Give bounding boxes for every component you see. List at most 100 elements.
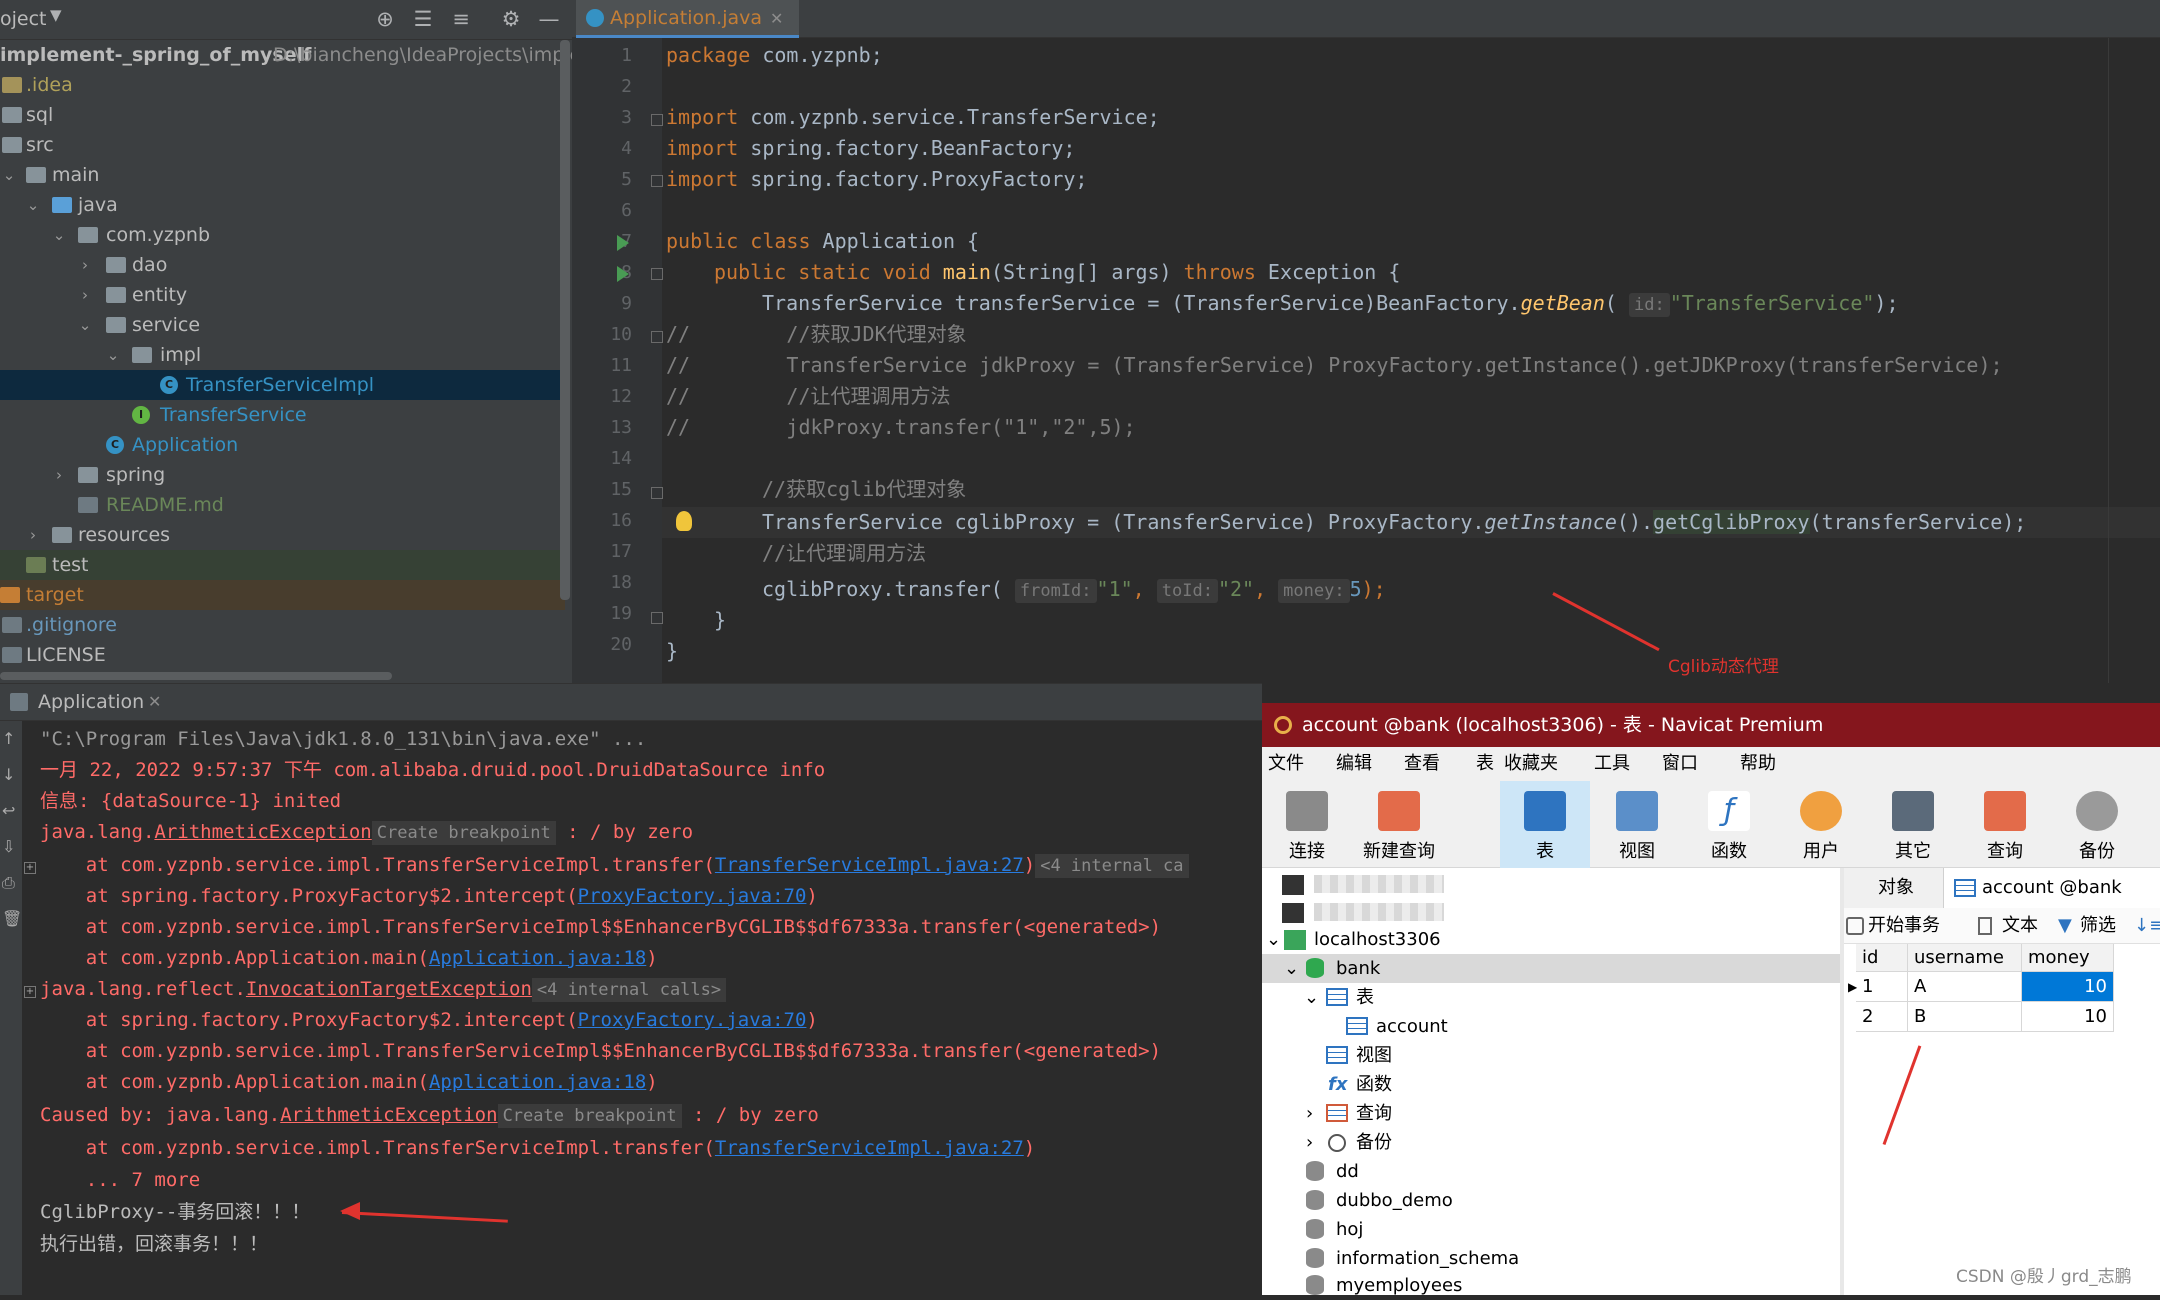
fold-marker-icon[interactable]	[651, 175, 663, 187]
table-cell[interactable]: 10	[2022, 1002, 2114, 1032]
user-button[interactable]: 用户	[1776, 781, 1866, 868]
tree-item[interactable]: ⌄ java	[0, 190, 565, 220]
internal-calls-toggle[interactable]: <4 internal calls>	[531, 978, 727, 1002]
tab-application-java[interactable]: Application.java ✕	[576, 0, 800, 38]
tree-item[interactable]: ⌄ service	[0, 310, 565, 340]
down-arrow-icon[interactable]: ↓	[2, 765, 15, 784]
chevron-down-icon[interactable]: ⌄	[24, 190, 42, 220]
expand-icon[interactable]: +	[24, 986, 36, 998]
menu-file[interactable]: 文件	[1268, 747, 1304, 781]
collapse-all-icon[interactable]: ≡	[448, 6, 474, 32]
run-gutter-icon[interactable]	[617, 266, 629, 282]
connect-button[interactable]: 连接	[1262, 781, 1352, 868]
tree-root[interactable]: implement-_spring_of_myself D:\biancheng…	[0, 40, 600, 70]
backup-button[interactable]: 备份	[2052, 781, 2142, 868]
exception-link[interactable]: ArithmeticException	[154, 821, 371, 843]
table-cell[interactable]: B	[1908, 1002, 2022, 1032]
exception-link[interactable]: InvocationTargetException	[246, 978, 532, 1000]
source-link[interactable]: ProxyFactory.java:70	[578, 1009, 807, 1031]
source-link[interactable]: Application.java:18	[429, 947, 646, 969]
chevron-right-icon[interactable]: ›	[76, 250, 94, 280]
tree-item[interactable]: › spring	[0, 460, 565, 490]
soft-wrap-icon[interactable]: ↩	[2, 801, 15, 820]
source-link[interactable]: ProxyFactory.java:70	[578, 885, 807, 907]
tree-item[interactable]: target	[0, 580, 565, 610]
query-button[interactable]: 查询	[1960, 781, 2050, 868]
fold-marker-icon[interactable]	[651, 114, 663, 126]
vertical-scrollbar[interactable]	[560, 40, 570, 600]
menu-table[interactable]: 表	[1476, 747, 1494, 781]
fold-marker-icon[interactable]	[651, 331, 663, 343]
blurred-connection[interactable]	[1282, 870, 1444, 899]
tree-connection[interactable]: ⌄ localhost3306	[1262, 925, 1840, 954]
fold-marker-icon[interactable]	[651, 612, 663, 624]
blurred-connection[interactable]	[1282, 898, 1444, 927]
exception-link[interactable]: ArithmeticException	[280, 1104, 497, 1126]
print-icon[interactable]: ⎙	[2, 873, 15, 893]
chevron-right-icon[interactable]: ›	[50, 460, 68, 490]
tree-item[interactable]: .idea	[0, 70, 565, 100]
source-link[interactable]: Application.java:18	[429, 1071, 646, 1093]
menu-favorites[interactable]: 收藏夹	[1504, 747, 1558, 781]
fold-marker-icon[interactable]	[651, 268, 663, 280]
function-button[interactable]: ƒ 函数	[1684, 781, 1774, 868]
chevron-right-icon[interactable]: ›	[24, 520, 42, 550]
table-cell-selected[interactable]: 10	[2022, 972, 2114, 1002]
fold-marker-icon[interactable]	[651, 487, 663, 499]
run-tab-label[interactable]: Application	[38, 684, 144, 720]
chevron-down-icon[interactable]: ⌄	[76, 310, 94, 340]
tree-database-bank[interactable]: ⌄ bank	[1262, 954, 1840, 983]
tree-item[interactable]: test	[0, 550, 565, 580]
table-cell[interactable]: A	[1908, 972, 2022, 1002]
internal-calls-toggle[interactable]: <4 internal ca	[1035, 854, 1189, 878]
table-cell[interactable]: 1	[1856, 972, 1908, 1002]
tree-item[interactable]: I TransferService	[0, 400, 565, 430]
tree-item[interactable]: › entity	[0, 280, 565, 310]
minimize-icon[interactable]: —	[536, 6, 562, 32]
expand-all-icon[interactable]: ☰	[410, 6, 436, 32]
tree-item[interactable]: ⌄ impl	[0, 340, 565, 370]
chevron-down-icon[interactable]: ⌄	[0, 160, 18, 190]
sort-icon[interactable]: ↓≡	[2134, 908, 2160, 944]
create-breakpoint-button[interactable]: Create breakpoint	[371, 821, 556, 845]
create-breakpoint-button[interactable]: Create breakpoint	[497, 1104, 682, 1128]
close-icon[interactable]: ✕	[148, 684, 161, 720]
view-button[interactable]: 视图	[1592, 781, 1682, 868]
trash-icon[interactable]: 🗑	[2, 909, 22, 928]
other-button[interactable]: 其它	[1868, 781, 1958, 868]
column-header-id[interactable]: id	[1856, 944, 1908, 972]
menu-view[interactable]: 查看	[1404, 747, 1440, 781]
chevron-down-icon[interactable]: ▼	[50, 6, 62, 24]
table-button[interactable]: 表	[1500, 781, 1590, 868]
tree-item[interactable]: › resources	[0, 520, 565, 550]
gear-icon[interactable]: ⚙	[498, 6, 524, 32]
chevron-down-icon[interactable]: ⌄	[50, 220, 68, 250]
tree-item-selected[interactable]: C TransferServiceImpl	[0, 370, 565, 400]
scroll-to-end-icon[interactable]: ⇩	[2, 837, 15, 856]
menu-edit[interactable]: 编辑	[1336, 747, 1372, 781]
chevron-right-icon[interactable]: ›	[76, 280, 94, 310]
locate-icon[interactable]: ⊕	[372, 6, 398, 32]
menu-tools[interactable]: 工具	[1594, 747, 1630, 781]
tree-item[interactable]: src	[0, 130, 565, 160]
tree-item[interactable]: README.md	[0, 490, 565, 520]
tree-item[interactable]: sql	[0, 100, 565, 130]
source-link[interactable]: TransferServiceImpl.java:27	[715, 1137, 1024, 1159]
column-header-money[interactable]: money	[2022, 944, 2114, 972]
tree-item[interactable]: LICENSE	[0, 640, 565, 670]
up-arrow-icon[interactable]: ↑	[2, 729, 15, 748]
tree-item[interactable]: .gitignore	[0, 610, 565, 640]
lightbulb-icon[interactable]	[676, 511, 692, 531]
table-cell[interactable]: 2	[1856, 1002, 1908, 1032]
horizontal-scrollbar[interactable]	[0, 672, 392, 680]
run-gutter-icon[interactable]	[617, 235, 629, 251]
expand-icon[interactable]: +	[24, 862, 36, 874]
menu-help[interactable]: 帮助	[1740, 747, 1776, 781]
filter-button[interactable]: 筛选	[2080, 908, 2116, 944]
source-link[interactable]: TransferServiceImpl.java:27	[715, 854, 1024, 876]
column-header-username[interactable]: username	[1908, 944, 2022, 972]
tree-item[interactable]: C Application	[0, 430, 565, 460]
tree-item[interactable]: ⌄ main	[0, 160, 565, 190]
chevron-down-icon[interactable]: ⌄	[104, 340, 122, 370]
project-view-label[interactable]: oject	[0, 8, 47, 30]
